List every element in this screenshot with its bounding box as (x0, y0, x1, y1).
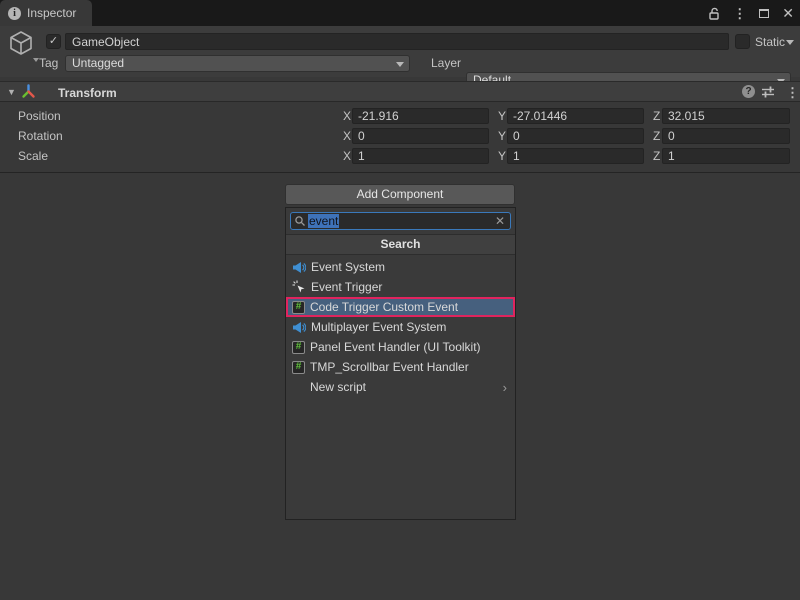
list-item-code-trigger-custom-event[interactable]: # Code Trigger Custom Event (286, 297, 515, 317)
position-label: Position (18, 106, 61, 126)
unlock-icon[interactable] (708, 7, 720, 20)
search-text-selected: event (308, 214, 339, 228)
active-checkbox[interactable]: ✓ (46, 34, 61, 49)
csharp-script-icon: # (292, 341, 305, 354)
divider (0, 172, 800, 173)
gameobject-cube-icon[interactable] (7, 29, 35, 57)
list-item-event-system[interactable]: Event System (286, 257, 515, 277)
list-item-event-trigger[interactable]: Event Trigger (286, 277, 515, 297)
rotation-z-field[interactable]: 0 (662, 128, 790, 144)
scale-label: Scale (18, 146, 48, 166)
submenu-chevron-icon: › (503, 381, 507, 394)
chevron-down-icon (396, 62, 404, 67)
maximize-icon[interactable] (759, 9, 769, 18)
transform-title: Transform (58, 86, 117, 100)
help-icon[interactable]: ? (742, 85, 755, 98)
foldout-arrow-icon[interactable]: ▼ (7, 87, 16, 97)
transform-header[interactable] (0, 81, 800, 102)
rotation-y-field[interactable]: 0 (507, 128, 644, 144)
axis-y-label: Y (498, 126, 506, 146)
list-item-tmp-scrollbar-event-handler[interactable]: # TMP_Scrollbar Event Handler (286, 357, 515, 377)
axis-y-label: Y (498, 106, 506, 126)
event-system-icon (292, 261, 306, 274)
position-z-field[interactable]: 32.015 (662, 108, 790, 124)
list-item-new-script[interactable]: New script › (286, 377, 515, 397)
rotation-label: Rotation (18, 126, 63, 146)
csharp-script-icon: # (292, 301, 305, 314)
titlebar: i Inspector ⋮ ✕ (0, 0, 800, 26)
event-trigger-icon (292, 280, 306, 294)
scale-z-field[interactable]: 1 (662, 148, 790, 164)
scale-x-field[interactable]: 1 (352, 148, 489, 164)
layer-label: Layer (431, 56, 461, 70)
static-flags-chevron-icon[interactable] (786, 40, 794, 45)
close-icon[interactable]: ✕ (782, 6, 794, 20)
event-system-icon (292, 321, 306, 334)
search-results-header: Search (286, 234, 515, 255)
scale-y-field[interactable]: 1 (507, 148, 644, 164)
presets-icon[interactable] (761, 86, 775, 98)
rotation-x-field[interactable]: 0 (352, 128, 489, 144)
axis-z-label: Z (653, 126, 660, 146)
axis-x-label: X (343, 146, 351, 166)
axis-x-label: X (343, 106, 351, 126)
info-icon: i (8, 7, 21, 20)
csharp-script-icon: # (292, 361, 305, 374)
tag-value: Untagged (72, 56, 124, 70)
add-component-popup: event ✕ Search Event System Event Trigg (285, 207, 516, 520)
position-x-field[interactable]: -21.916 (352, 108, 489, 124)
axis-x-label: X (343, 126, 351, 146)
axis-y-label: Y (498, 146, 506, 166)
static-label: Static (755, 35, 785, 49)
tag-dropdown[interactable]: Untagged (65, 55, 410, 72)
list-item-panel-event-handler[interactable]: # Panel Event Handler (UI Toolkit) (286, 337, 515, 357)
list-item-multiplayer-event-system[interactable]: Multiplayer Event System (286, 317, 515, 337)
axis-z-label: Z (653, 106, 660, 126)
component-search-input[interactable]: event ✕ (290, 212, 511, 230)
tag-label: Tag (39, 56, 58, 70)
clear-search-icon[interactable]: ✕ (495, 215, 505, 227)
search-icon (294, 215, 306, 227)
static-checkbox[interactable] (735, 34, 750, 49)
add-component-button[interactable]: Add Component (285, 184, 515, 205)
transform-icon (21, 84, 36, 99)
tab-title: Inspector (27, 6, 76, 20)
tab-inspector[interactable]: i Inspector (0, 0, 92, 26)
kebab-menu-icon[interactable]: ⋮ (733, 7, 746, 20)
kebab-menu-icon[interactable]: ⋮ (786, 86, 799, 99)
position-y-field[interactable]: -27.01446 (507, 108, 644, 124)
axis-z-label: Z (653, 146, 660, 166)
gameobject-name-input[interactable] (65, 33, 729, 50)
